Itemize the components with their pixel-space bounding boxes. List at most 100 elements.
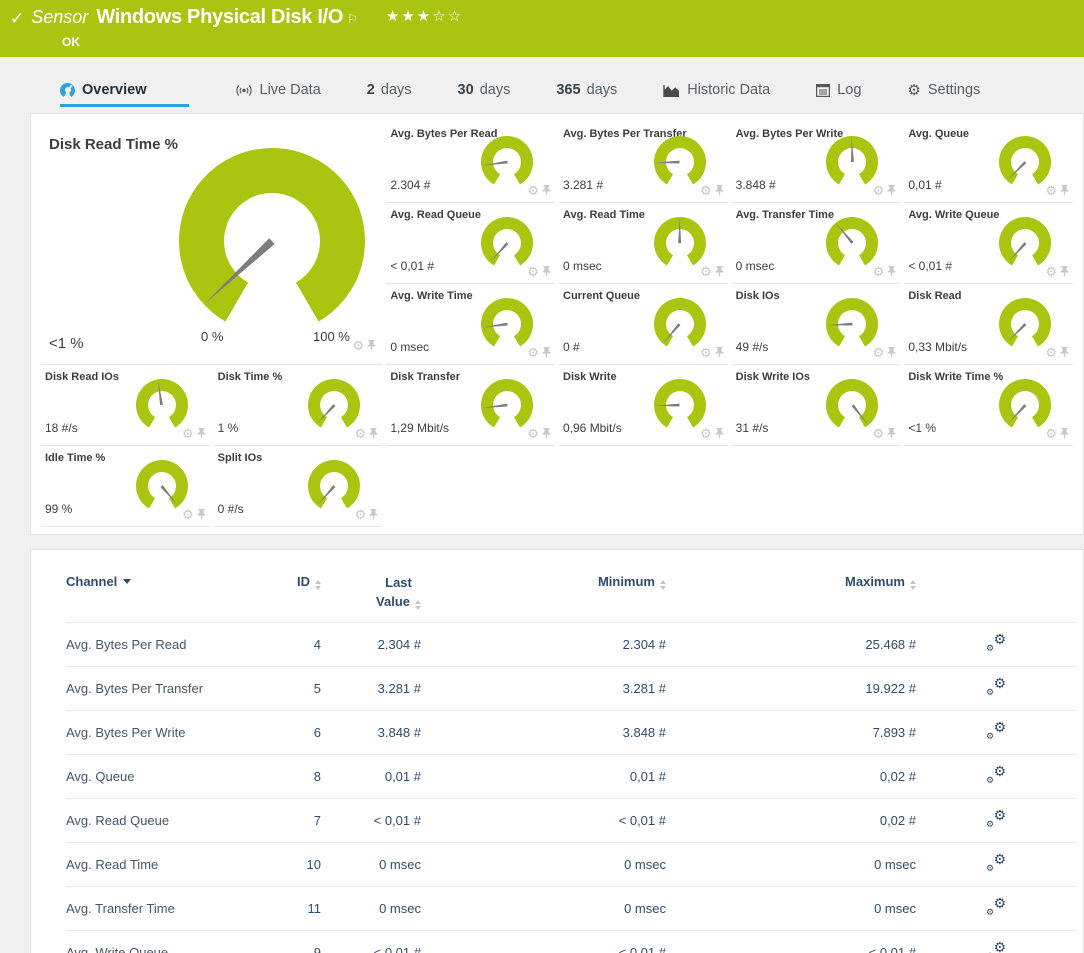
column-header-id[interactable]: ID	[286, 568, 321, 622]
gear-icon[interactable]: ⚙	[873, 427, 885, 440]
channel-minimum: 2.304 #	[421, 622, 666, 666]
pin-icon[interactable]	[887, 266, 896, 277]
gauge-needle	[489, 242, 508, 263]
pin-icon[interactable]	[1060, 185, 1069, 196]
mini-gauge-avg-queue[interactable]: Avg. Queue 0,01 # ⚙	[904, 122, 1073, 203]
priority-stars[interactable]: ★★★☆☆	[386, 7, 463, 25]
gauge-value: 18 #/s	[45, 421, 78, 435]
sort-icon	[415, 600, 421, 610]
gear-icon[interactable]: ⚙	[873, 184, 885, 197]
gear-icon[interactable]: ⚙	[355, 508, 367, 521]
tab-log[interactable]: Log	[816, 82, 861, 107]
mini-gauge-avg-read-queue[interactable]: Avg. Read Queue < 0,01 # ⚙	[386, 203, 555, 284]
mini-gauge-avg-read-time[interactable]: Avg. Read Time 0 msec ⚙	[559, 203, 728, 284]
gear-icon[interactable]: ⚙	[527, 184, 539, 197]
channel-settings-gears-icon[interactable]: ⚙⚙	[986, 634, 1006, 652]
gear-icon[interactable]: ⚙	[1045, 427, 1057, 440]
pin-icon[interactable]	[369, 428, 378, 439]
column-header-last-value[interactable]: LastValue	[321, 568, 421, 622]
channel-last-value: 0 msec	[321, 842, 421, 886]
gear-icon[interactable]: ⚙	[1045, 265, 1057, 278]
mini-gauge-avg-transfer-time[interactable]: Avg. Transfer Time 0 msec ⚙	[732, 203, 901, 284]
mini-gauge-disk-transfer[interactable]: Disk Transfer 1,29 Mbit/s ⚙	[386, 365, 555, 446]
pin-icon[interactable]	[369, 509, 378, 520]
gear-icon[interactable]: ⚙	[873, 265, 885, 278]
column-header-channel[interactable]: Channel	[66, 568, 286, 622]
mini-gauge-avg-bytes-per-transfer[interactable]: Avg. Bytes Per Transfer 3.281 # ⚙	[559, 122, 728, 203]
gear-icon[interactable]: ⚙	[700, 427, 712, 440]
gear-icon[interactable]: ⚙	[355, 427, 367, 440]
pin-icon[interactable]	[715, 185, 724, 196]
pin-icon[interactable]	[197, 509, 206, 520]
tab-overview[interactable]: Overview	[60, 82, 189, 107]
pin-icon[interactable]	[542, 266, 551, 277]
mini-gauge-avg-write-queue[interactable]: Avg. Write Queue < 0,01 # ⚙	[904, 203, 1073, 284]
tab-settings[interactable]: ⚙ Settings	[907, 82, 980, 107]
gear-icon[interactable]: ⚙	[182, 508, 194, 521]
gear-icon[interactable]: ⚙	[1045, 184, 1057, 197]
gauge-value: 0 msec	[390, 340, 429, 354]
gear-icon[interactable]: ⚙	[1045, 346, 1057, 359]
gear-icon[interactable]: ⚙	[527, 346, 539, 359]
gear-icon[interactable]: ⚙	[700, 265, 712, 278]
tab-live-data[interactable]: Live Data	[235, 82, 321, 107]
mini-gauge-current-queue[interactable]: Current Queue 0 # ⚙	[559, 284, 728, 365]
mini-gauge-disk-ios[interactable]: Disk IOs 49 #/s ⚙	[732, 284, 901, 365]
mini-gauge-disk-write-ios[interactable]: Disk Write IOs 31 #/s ⚙	[732, 365, 901, 446]
mini-gauge-disk-write[interactable]: Disk Write 0,96 Mbit/s ⚙	[559, 365, 728, 446]
tab-historic-data[interactable]: Historic Data	[663, 82, 770, 107]
priority-flag-icon[interactable]: ⚐	[347, 12, 358, 26]
channel-settings-gears-icon[interactable]: ⚙⚙	[986, 678, 1006, 696]
mini-gauge-disk-write-time-pct[interactable]: Disk Write Time % <1 % ⚙	[904, 365, 1073, 446]
gear-icon[interactable]: ⚙	[527, 427, 539, 440]
pin-icon[interactable]	[715, 428, 724, 439]
mini-gauge-avg-write-time[interactable]: Avg. Write Time 0 msec ⚙	[386, 284, 555, 365]
tab-2-days[interactable]: 2 days	[367, 82, 412, 107]
pin-icon[interactable]	[542, 185, 551, 196]
tab-30-days[interactable]: 30 days	[458, 82, 511, 107]
pin-icon[interactable]	[1060, 428, 1069, 439]
mini-gauge-disk-read[interactable]: Disk Read 0,33 Mbit/s ⚙	[904, 284, 1073, 365]
pin-icon[interactable]	[542, 347, 551, 358]
channel-settings-gears-icon[interactable]: ⚙⚙	[986, 942, 1006, 953]
pin-icon[interactable]	[197, 428, 206, 439]
channel-settings-gears-icon[interactable]: ⚙⚙	[986, 722, 1006, 740]
pin-icon[interactable]	[887, 428, 896, 439]
mini-gauge-avg-bytes-per-write[interactable]: Avg. Bytes Per Write 3.848 # ⚙	[732, 122, 901, 203]
mini-gauge-disk-read-ios[interactable]: Disk Read IOs 18 #/s ⚙	[41, 365, 210, 446]
gear-icon[interactable]: ⚙	[527, 265, 539, 278]
pin-icon[interactable]	[715, 266, 724, 277]
gauge-label: Current Queue	[563, 290, 640, 302]
mini-gauge-disk-time-pct[interactable]: Disk Time % 1 % ⚙	[214, 365, 383, 446]
table-row: Avg. Bytes Per Read 4 2.304 # 2.304 # 25…	[66, 622, 1076, 666]
tab-label: days	[381, 82, 412, 98]
mini-gauge-split-ios[interactable]: Split IOs 0 #/s ⚙	[214, 446, 383, 527]
channel-last-value: 0 msec	[321, 886, 421, 930]
gear-icon[interactable]: ⚙	[182, 427, 194, 440]
pin-icon[interactable]	[887, 185, 896, 196]
channel-settings-gears-icon[interactable]: ⚙⚙	[986, 898, 1006, 916]
column-header-maximum[interactable]: Maximum	[666, 568, 916, 622]
mini-gauge-avg-bytes-per-read[interactable]: Avg. Bytes Per Read 2.304 # ⚙	[386, 122, 555, 203]
pin-icon[interactable]	[367, 340, 376, 351]
gear-icon[interactable]: ⚙	[353, 339, 365, 352]
gear-icon[interactable]: ⚙	[873, 346, 885, 359]
tab-365-days[interactable]: 365 days	[556, 82, 617, 107]
historic-data-icon	[663, 84, 680, 97]
channel-settings-gears-icon[interactable]: ⚙⚙	[986, 854, 1006, 872]
pin-icon[interactable]	[1060, 347, 1069, 358]
gauge-donut	[654, 217, 706, 269]
pin-icon[interactable]	[1060, 266, 1069, 277]
column-header-minimum[interactable]: Minimum	[421, 568, 666, 622]
gear-icon[interactable]: ⚙	[700, 184, 712, 197]
pin-icon[interactable]	[715, 347, 724, 358]
channel-settings-gears-icon[interactable]: ⚙⚙	[986, 810, 1006, 828]
pin-icon[interactable]	[542, 428, 551, 439]
pin-icon[interactable]	[887, 347, 896, 358]
gauge-donut	[481, 298, 533, 350]
gauge-donut	[179, 148, 365, 334]
channel-settings-gears-icon[interactable]: ⚙⚙	[986, 766, 1006, 784]
gear-icon[interactable]: ⚙	[700, 346, 712, 359]
mini-gauge-idle-time-pct[interactable]: Idle Time % 99 % ⚙	[41, 446, 210, 527]
main-gauge-disk-read-time[interactable]: Disk Read Time % 0 % 100 % <1 % ⚙	[41, 122, 382, 365]
